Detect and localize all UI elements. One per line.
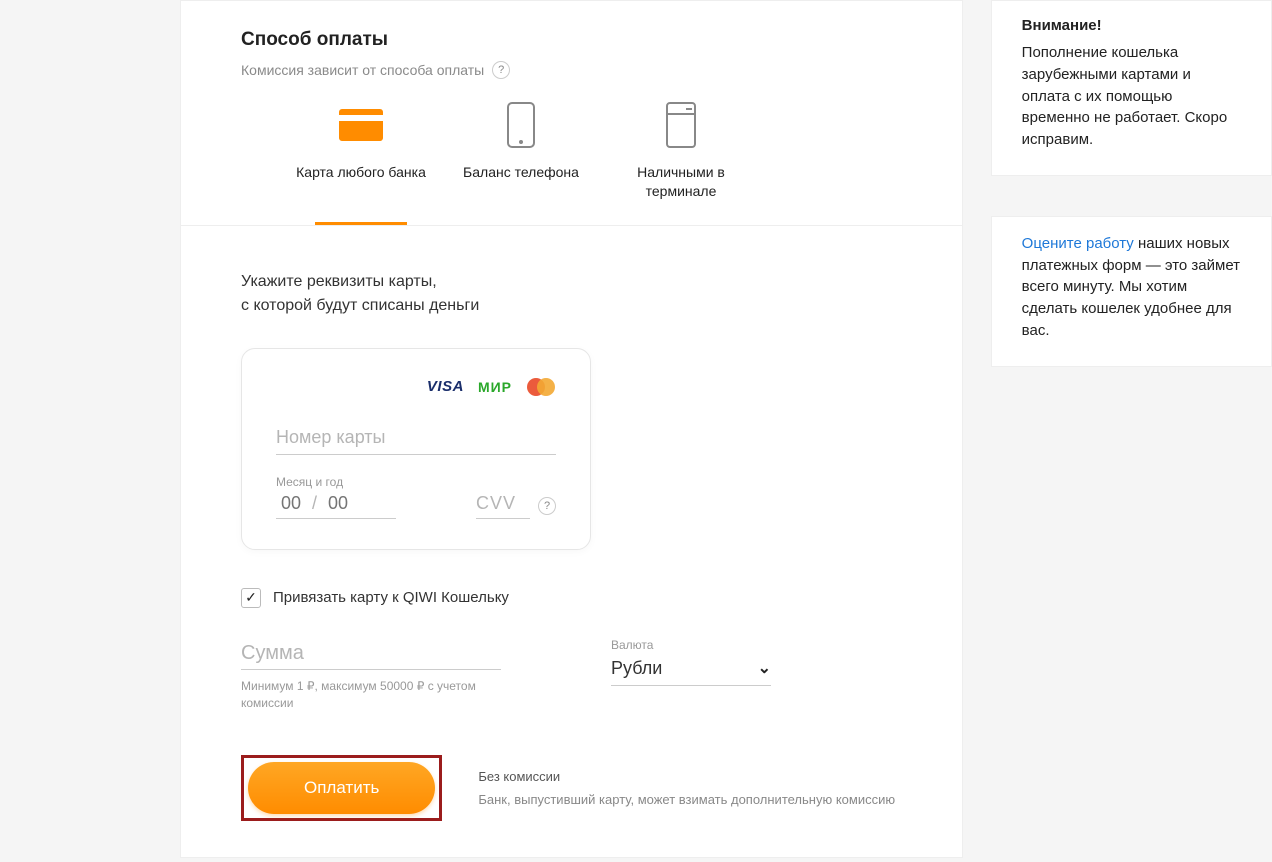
commission-help-icon[interactable]: ? <box>492 61 510 79</box>
visa-logo: VISA <box>427 378 464 395</box>
card-details: VISA МИР Месяц и год / <box>241 348 591 550</box>
mir-logo: МИР <box>478 379 512 395</box>
pay-highlight: Оплатить <box>241 755 442 821</box>
mastercard-logo <box>526 377 556 397</box>
bind-card-label: Привязать карту к QIWI Кошельку <box>273 589 509 606</box>
warning-text: Пополнение кошелька зарубежными картами … <box>1022 42 1241 151</box>
check-icon: ✓ <box>245 589 257 606</box>
expiry-year-input[interactable] <box>323 493 353 514</box>
currency-select[interactable]: Рубли ⌄ <box>611 654 771 686</box>
chevron-down-icon: ⌄ <box>758 658 771 678</box>
currency-value: Рубли <box>611 658 662 679</box>
method-phone-label: Баланс телефона <box>463 163 579 182</box>
method-card-label: Карта любого банка <box>296 163 426 182</box>
currency-label: Валюта <box>611 638 771 652</box>
method-cash-label: Наличными в терминале <box>601 163 761 201</box>
method-cash[interactable]: Наличными в терминале <box>601 101 761 225</box>
payment-form: Способ оплаты Комиссия зависит от способ… <box>180 0 963 858</box>
bind-card-checkbox[interactable]: ✓ <box>241 588 261 608</box>
method-phone[interactable]: Баланс телефона <box>441 101 601 225</box>
amount-input[interactable] <box>241 638 501 670</box>
pay-info: Без комиссии Банк, выпустивший карту, мо… <box>478 767 895 810</box>
commission-subtitle: Комиссия зависит от способа оплаты <box>241 62 484 78</box>
cvv-help-icon[interactable]: ? <box>538 497 556 515</box>
phone-icon <box>497 101 545 149</box>
terminal-icon <box>657 101 705 149</box>
section-title: Способ оплаты <box>241 29 902 51</box>
pay-button[interactable]: Оплатить <box>248 762 435 814</box>
expiry-separator: / <box>312 493 317 514</box>
card-instruction: Укажите реквизиты карты, с которой будут… <box>241 270 902 318</box>
amount-hint: Минимум 1 ₽, максимум 50000 ₽ с учетом к… <box>241 678 501 712</box>
rate-link[interactable]: Оцените работу <box>1022 235 1134 252</box>
expiry-label: Месяц и год <box>276 475 396 489</box>
expiry-month-input[interactable] <box>276 493 306 514</box>
warning-title: Внимание! <box>1022 17 1241 34</box>
method-card[interactable]: Карта любого банка <box>281 101 441 225</box>
card-number-input[interactable] <box>276 421 556 455</box>
sidebar-feedback: Оцените работу наших новых платежных фор… <box>991 216 1272 367</box>
sidebar-warning: Внимание! Пополнение кошелька зарубежным… <box>991 0 1272 176</box>
cvv-input[interactable] <box>476 493 530 519</box>
payment-methods: Карта любого банка Баланс телефона Налич… <box>281 101 902 225</box>
card-icon <box>337 101 385 149</box>
